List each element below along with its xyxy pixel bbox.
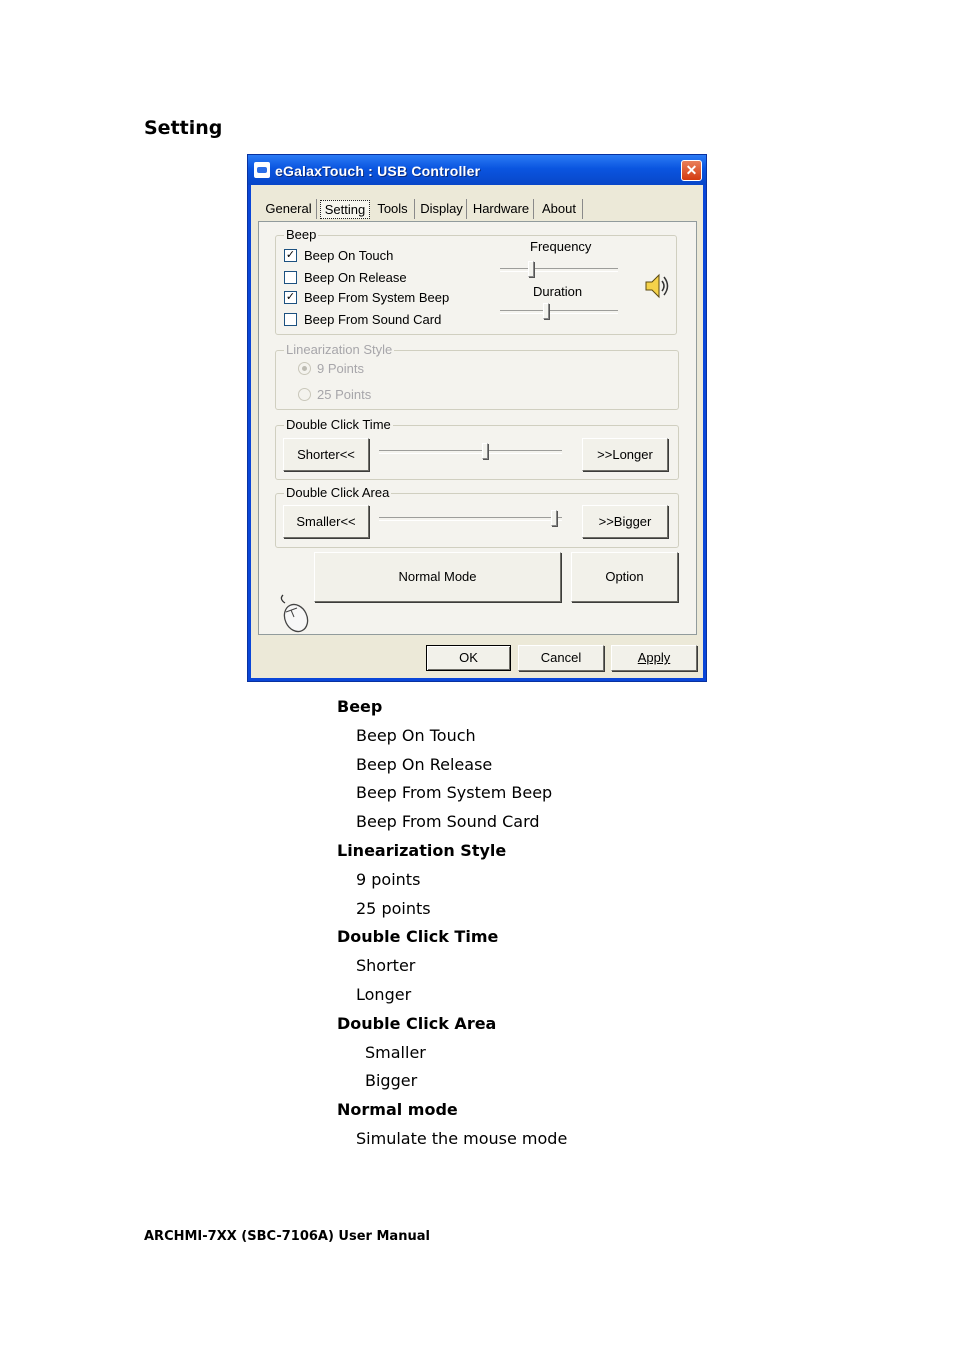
double-click-time-group: Double Click Time Shorter<< >>Longer (275, 417, 679, 480)
checkbox-beep-from-sound-card[interactable]: Beep From Sound Card (284, 311, 441, 329)
list-item: Beep From Sound Card (356, 812, 540, 831)
frequency-label: Frequency (530, 239, 592, 254)
close-button[interactable]: ✕ (681, 160, 702, 181)
double-click-area-group: Double Click Area Smaller<< >>Bigger (275, 485, 679, 548)
checkbox-box[interactable]: ✓ (284, 249, 297, 263)
checkbox-beep-on-release[interactable]: Beep On Release (284, 269, 407, 287)
speaker-icon (645, 273, 669, 299)
list-heading: Normal mode (337, 1100, 458, 1119)
linearization-group: Linearization Style 9 Points 25 Points (275, 342, 679, 410)
list-heading: Double Click Area (337, 1014, 497, 1033)
double-click-area-label: Double Click Area (284, 485, 392, 500)
double-click-area-thumb[interactable] (551, 510, 557, 526)
section-title: Setting (144, 117, 223, 139)
list-item: Longer (356, 985, 412, 1004)
double-click-time-label: Double Click Time (284, 417, 393, 432)
duration-label: Duration (533, 284, 583, 299)
tab-about[interactable]: About (536, 199, 583, 219)
list-heading: Linearization Style (337, 841, 507, 860)
duration-track[interactable] (500, 310, 618, 314)
tab-hardware[interactable]: Hardware (469, 199, 534, 219)
option-button[interactable]: Option (571, 552, 678, 602)
apply-button[interactable]: Apply (611, 645, 697, 671)
setting-panel: Beep ✓ Beep On Touch Beep On Release ✓ Bee… (258, 221, 697, 635)
radio-dot[interactable] (298, 388, 311, 402)
list-heading: Double Click Time (337, 927, 499, 946)
shorter-button[interactable]: Shorter<< (283, 438, 369, 471)
list-item: Beep From System Beep (356, 783, 553, 802)
radio-label: 25 Points (317, 387, 372, 402)
list-item: Beep On Touch (356, 726, 476, 745)
mouse-icon (280, 594, 309, 633)
checkbox-box[interactable]: ✓ (284, 291, 297, 305)
radio-label: 9 Points (317, 361, 364, 376)
page-footer: ARCHMI-7XX (SBC-7106A) User Manual (144, 1229, 430, 1244)
egalax-dialog: eGalaxTouch : USB Controller ✕ General S… (247, 154, 707, 682)
list-item: Beep On Release (356, 755, 493, 774)
ok-button[interactable]: OK (426, 645, 511, 671)
normal-mode-button[interactable]: Normal Mode (314, 552, 561, 602)
duration-slider-thumb[interactable] (543, 303, 549, 319)
radio-25-points[interactable]: 25 Points (298, 386, 371, 404)
tab-tools[interactable]: Tools (371, 199, 415, 219)
frequency-track[interactable] (500, 268, 618, 272)
list-item: Shorter (356, 956, 416, 975)
checkbox-beep-on-touch[interactable]: ✓ Beep On Touch (284, 247, 393, 265)
list-item: Simulate the mouse mode (356, 1129, 568, 1148)
tab-display[interactable]: Display (417, 199, 467, 219)
checkbox-label: Beep From System Beep (304, 290, 450, 305)
double-click-area-track[interactable] (379, 517, 562, 521)
longer-button[interactable]: >>Longer (582, 438, 668, 471)
list-item: 25 points (356, 899, 431, 918)
checkbox-label: Beep On Touch (304, 248, 394, 263)
dialog-client: General Setting Tools Display Hardware A… (251, 185, 703, 678)
list-heading: Beep (337, 697, 383, 716)
list-item: 9 points (356, 870, 421, 889)
checkbox-box[interactable] (284, 313, 297, 327)
tab-setting[interactable]: Setting (320, 200, 370, 219)
app-icon (254, 162, 270, 178)
checkbox-label: Beep On Release (304, 270, 407, 285)
list-item: Smaller (365, 1043, 426, 1062)
double-click-time-track[interactable] (379, 450, 562, 454)
beep-group-label: Beep (284, 227, 319, 242)
radio-9-points[interactable]: 9 Points (298, 360, 364, 378)
double-click-time-thumb[interactable] (482, 443, 488, 459)
cancel-button[interactable]: Cancel (518, 645, 604, 671)
frequency-slider-thumb[interactable] (528, 261, 534, 277)
window-title: eGalaxTouch : USB Controller (275, 163, 481, 179)
smaller-button[interactable]: Smaller<< (283, 505, 369, 538)
tab-general[interactable]: General (261, 199, 317, 219)
list-item: Bigger (365, 1071, 418, 1090)
title-bar[interactable]: eGalaxTouch : USB Controller ✕ (248, 155, 706, 185)
checkbox-box[interactable] (284, 271, 297, 285)
checkbox-label: Beep From Sound Card (304, 312, 442, 327)
linearization-group-label: Linearization Style (284, 342, 395, 357)
radio-dot[interactable] (298, 362, 311, 376)
bigger-button[interactable]: >>Bigger (582, 505, 668, 538)
beep-group: Beep ✓ Beep On Touch Beep On Release ✓ Bee… (275, 227, 677, 335)
checkbox-beep-from-system[interactable]: ✓ Beep From System Beep (284, 289, 449, 307)
